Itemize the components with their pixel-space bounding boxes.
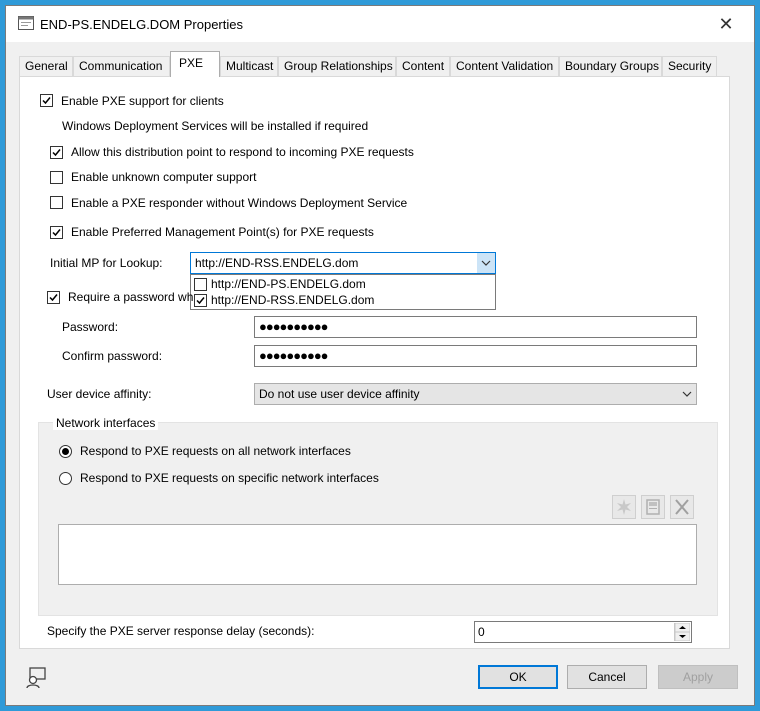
interface-properties-button[interactable] xyxy=(641,495,665,519)
window-title: END-PS.ENDELG.DOM Properties xyxy=(40,17,243,32)
user-help-icon[interactable] xyxy=(24,666,48,690)
option-checkbox[interactable] xyxy=(194,278,207,291)
spinner-buttons xyxy=(674,623,690,641)
password-label: Password: xyxy=(62,320,119,334)
user-device-affinity-value: Do not use user device affinity xyxy=(259,387,420,401)
checkmark-icon xyxy=(196,297,205,305)
chevron-down-icon xyxy=(682,391,692,397)
dropdown-option-end-rss[interactable]: http://END-RSS.ENDELG.dom xyxy=(191,293,495,309)
checkmark-icon xyxy=(52,149,61,157)
password-value: ●●●●●●●●●● xyxy=(259,319,329,334)
preferred-mp-checkbox[interactable] xyxy=(50,226,63,239)
wds-note: Windows Deployment Services will be inst… xyxy=(62,119,369,133)
tab-content[interactable]: Content xyxy=(396,56,450,76)
tab-label: Content xyxy=(402,59,445,73)
option-label: http://END-RSS.ENDELG.dom xyxy=(211,293,375,307)
tab-multicast[interactable]: Multicast xyxy=(220,56,278,76)
dropdown-option-end-ps[interactable]: http://END-PS.ENDELG.dom xyxy=(191,276,495,292)
responder-without-wds-label: Enable a PXE responder without Windows D… xyxy=(71,196,408,210)
tab-label: PXE xyxy=(179,56,204,70)
password-field[interactable]: ●●●●●●●●●● xyxy=(254,316,697,338)
network-interfaces-list[interactable] xyxy=(58,524,697,585)
option-checkbox[interactable] xyxy=(194,294,207,307)
delete-interface-button[interactable] xyxy=(670,495,694,519)
checkmark-icon xyxy=(49,294,58,302)
specific-interfaces-label: Respond to PXE requests on specific netw… xyxy=(80,471,379,485)
tab-label: General xyxy=(25,59,68,73)
title-bar: END-PS.ENDELG.DOM Properties ✕ xyxy=(6,6,754,42)
user-device-affinity-select[interactable]: Do not use user device affinity xyxy=(254,383,697,405)
initial-mp-value: http://END-RSS.ENDELG.dom xyxy=(195,256,359,270)
confirm-password-label: Confirm password: xyxy=(62,349,163,363)
tab-label: Multicast xyxy=(226,59,274,73)
preferred-mp-label: Enable Preferred Management Point(s) for… xyxy=(71,225,374,239)
confirm-password-value: ●●●●●●●●●● xyxy=(259,348,329,363)
apply-button[interactable]: Apply xyxy=(658,665,738,689)
responder-without-wds-checkbox[interactable] xyxy=(50,196,63,209)
initial-mp-label: Initial MP for Lookup: xyxy=(50,256,163,270)
tab-label: Boundary Groups xyxy=(565,59,660,73)
cancel-button[interactable]: Cancel xyxy=(567,665,647,689)
tab-content-validation[interactable]: Content Validation xyxy=(450,56,559,76)
tab-security[interactable]: Security xyxy=(662,56,717,76)
unknown-computer-label: Enable unknown computer support xyxy=(71,170,257,184)
tab-label: Security xyxy=(668,59,712,73)
enable-pxe-label: Enable PXE support for clients xyxy=(61,94,224,108)
confirm-password-field[interactable]: ●●●●●●●●●● xyxy=(254,345,697,367)
specific-interfaces-radio[interactable] xyxy=(59,472,72,485)
properties-icon xyxy=(646,499,660,515)
unknown-computer-checkbox[interactable] xyxy=(50,171,63,184)
ok-button[interactable]: OK xyxy=(478,665,558,689)
user-device-affinity-label: User device affinity: xyxy=(47,387,152,401)
allow-respond-checkbox[interactable] xyxy=(50,146,63,159)
tab-boundary-groups[interactable]: Boundary Groups xyxy=(559,56,662,76)
properties-window-icon xyxy=(18,16,34,30)
tab-pxe[interactable]: PXE xyxy=(170,51,220,77)
tab-label: Content Validation xyxy=(456,59,554,73)
all-interfaces-radio[interactable] xyxy=(59,445,72,458)
allow-respond-label: Allow this distribution point to respond… xyxy=(71,145,414,159)
checkmark-icon xyxy=(52,229,61,237)
delete-x-icon xyxy=(675,499,689,515)
response-delay-spinner[interactable]: 0 xyxy=(474,621,692,643)
option-label: http://END-PS.ENDELG.dom xyxy=(211,277,366,291)
tab-label: Communication xyxy=(79,59,163,73)
chevron-down-icon[interactable] xyxy=(477,253,495,273)
close-icon: ✕ xyxy=(718,14,734,34)
tab-group-relationships[interactable]: Group Relationships xyxy=(278,56,396,76)
spin-down-icon[interactable] xyxy=(675,632,690,641)
enable-pxe-checkbox[interactable] xyxy=(40,94,53,107)
response-delay-value: 0 xyxy=(478,625,485,639)
require-password-label: Require a password wh xyxy=(68,290,194,304)
initial-mp-combo[interactable]: http://END-RSS.ENDELG.dom xyxy=(190,252,496,274)
require-password-checkbox[interactable] xyxy=(47,291,60,304)
new-interface-button[interactable] xyxy=(612,495,636,519)
checkmark-icon xyxy=(42,97,51,105)
tab-label: Group Relationships xyxy=(284,59,393,73)
star-burst-icon xyxy=(617,499,631,515)
tab-general[interactable]: General xyxy=(19,56,73,76)
initial-mp-dropdown: http://END-PS.ENDELG.dom http://END-RSS.… xyxy=(190,274,496,310)
close-button[interactable]: ✕ xyxy=(706,10,746,38)
response-delay-label: Specify the PXE server response delay (s… xyxy=(47,624,315,638)
network-interfaces-title: Network interfaces xyxy=(53,416,159,430)
spin-up-icon[interactable] xyxy=(675,623,690,632)
tab-communication[interactable]: Communication xyxy=(73,56,170,76)
all-interfaces-label: Respond to PXE requests on all network i… xyxy=(80,444,351,458)
